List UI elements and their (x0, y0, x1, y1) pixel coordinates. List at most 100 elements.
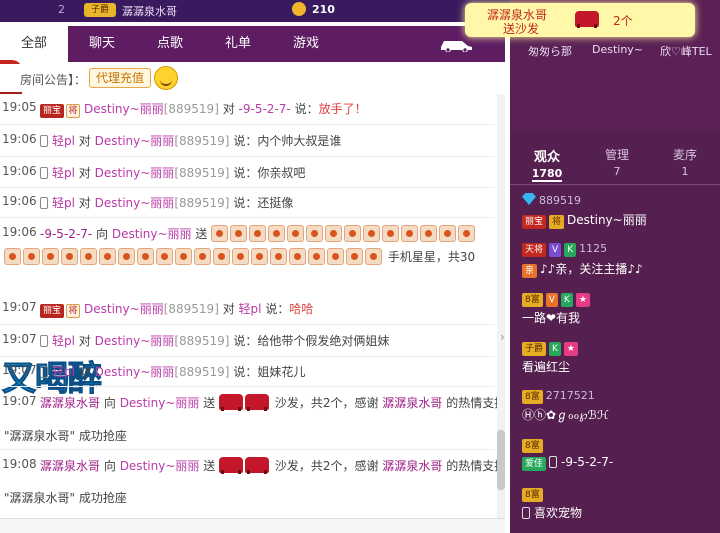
message-user[interactable]: 轻pl (52, 134, 75, 148)
member-name: 喜欢宠物 (534, 506, 583, 520)
top-fans-names: 匆匆ら那 Destiny~ 欣♡峰TEL (510, 40, 720, 62)
message-verb: 向 (103, 396, 116, 410)
message-target[interactable]: Destiny~丽丽 (95, 134, 175, 148)
gift-summary: 手机星星，共30 (387, 250, 476, 264)
tab-mic-label: 麦序 (672, 148, 697, 162)
thank-user[interactable]: 潺潺泉水哥 (382, 396, 442, 410)
message-verb: 向 (96, 227, 109, 241)
star-gift-icon (268, 225, 286, 242)
tab-admins[interactable]: 管理 7 (582, 146, 652, 178)
vip-badge: V (545, 293, 558, 307)
divider (0, 449, 495, 450)
car-icon[interactable] (438, 36, 474, 52)
message-give: 送 (203, 396, 216, 410)
message-target[interactable]: Destiny~丽丽 (95, 166, 175, 180)
sofa-icon (245, 457, 270, 474)
top-fan-name[interactable]: Destiny~ (592, 43, 643, 56)
member-row[interactable]: 看遍红尘 (522, 358, 570, 375)
top-fan-name[interactable]: 欣♡峰TEL (660, 43, 712, 59)
message-user[interactable]: 潺潺泉水哥 (40, 396, 100, 410)
star-gift-icon (439, 225, 457, 242)
member-row[interactable]: 一路❤有我 (522, 309, 580, 326)
active-tab-underline (532, 180, 562, 182)
rank-badge: 将 (66, 104, 81, 118)
member-row[interactable]: 8富 (522, 437, 546, 453)
sofa-icon (219, 457, 244, 474)
message-target[interactable]: Destiny~丽丽 (95, 196, 175, 210)
member-row[interactable]: 喜欢宠物 (522, 504, 582, 521)
divider (0, 356, 495, 357)
member-row[interactable]: 天将 V K 1125 (522, 241, 607, 257)
star-gift-icon (80, 248, 97, 265)
message-verb: 对 (222, 102, 235, 116)
message-user[interactable]: 轻pl (52, 365, 75, 379)
tab-mic-count: 1 (681, 165, 689, 178)
message-user[interactable]: -9-5-2-7- (40, 227, 92, 241)
tab-all[interactable]: 全部 (0, 26, 68, 62)
message-target[interactable]: -9-5-2-7- (239, 102, 291, 116)
member-row[interactable]: 爱佳 -9-5-2-7- (522, 455, 613, 471)
star-badge-icon: ★ (575, 293, 590, 307)
message-target[interactable]: Destiny~丽丽 (120, 459, 200, 473)
gift-summary: 沙发，共2个，感谢 (274, 396, 379, 410)
message-user[interactable]: 轻pl (52, 166, 75, 180)
message-user[interactable]: 轻pl (52, 334, 75, 348)
tab-song[interactable]: 点歌 (136, 26, 204, 62)
member-row[interactable]: 亲 ♪♪亲，关注主播♪♪ (522, 260, 643, 278)
thank-user[interactable]: 潺潺泉水哥 (382, 459, 442, 473)
top-fan-name[interactable]: 匆匆ら那 (528, 43, 572, 59)
star-gift-icon (289, 248, 306, 265)
message-user[interactable]: 轻pl (52, 196, 75, 210)
top-rank-bar: 2 子爵 潺潺泉水哥 210 (0, 0, 510, 22)
chat-scrollbar-thumb[interactable] (497, 430, 505, 490)
message-user[interactable]: 潺潺泉水哥 (40, 459, 100, 473)
tab-gifts[interactable]: 礼单 (204, 26, 272, 62)
message-target[interactable]: Destiny~丽丽 (120, 396, 200, 410)
tab-audience[interactable]: 观众 1780 (512, 146, 582, 180)
member-row[interactable]: 889519 (522, 193, 581, 207)
diamond-icon (522, 193, 536, 205)
message-target[interactable]: Destiny~丽丽 (95, 365, 175, 379)
sofa-icon (219, 394, 244, 411)
tab-games[interactable]: 游戏 (272, 26, 340, 62)
user-id: [889519] (163, 102, 219, 116)
message-target[interactable]: Destiny~丽丽 (95, 334, 175, 348)
member-row[interactable]: Ⓗⓗ✿ℊℴℴ℘ℬℋ (522, 406, 609, 423)
message-target[interactable]: Destiny~丽丽 (112, 227, 192, 241)
divider (0, 187, 495, 188)
message-content: 你亲叔吧 (257, 166, 306, 180)
member-row[interactable]: 8富 2717521 (522, 388, 595, 404)
level-badge: 8富 (522, 439, 543, 453)
coin-count: 210 (312, 3, 335, 16)
member-row[interactable]: 8富 V K ★ (522, 291, 593, 307)
member-name: 一路❤有我 (522, 311, 581, 325)
star-gift-icon (194, 248, 211, 265)
star-badge-icon: ★ (563, 342, 578, 356)
member-row[interactable]: 子爵 K ★ (522, 340, 581, 356)
message-target[interactable]: 轻pl (239, 302, 262, 316)
message-user[interactable]: Destiny~丽丽 (84, 102, 164, 116)
message-verb: 对 (78, 134, 91, 148)
message-say: 说： (233, 166, 258, 180)
rank-badge: 将 (549, 215, 565, 229)
user-id: [889519] (174, 334, 230, 348)
message-say: 说： (294, 102, 319, 116)
system-text: "潺潺泉水哥" 成功抢座 (4, 491, 127, 505)
message-content: 还挺像 (257, 196, 294, 210)
message-time: 19:05 (2, 100, 37, 114)
member-row[interactable]: 丽宝将 Destiny~丽丽 (522, 211, 647, 229)
divider (0, 124, 495, 125)
message-verb: 对 (78, 166, 91, 180)
tab-chat[interactable]: 聊天 (68, 26, 136, 62)
tab-mic-queue[interactable]: 麦序 1 (650, 146, 720, 178)
top-user-name[interactable]: 潺潺泉水哥 (122, 3, 177, 19)
agent-recharge-button[interactable]: 代理充值 (89, 68, 152, 88)
message-say: 说： (233, 134, 258, 148)
collapse-arrow-icon[interactable]: › (500, 330, 510, 350)
message-time: 19:07 (2, 300, 37, 314)
message-user[interactable]: Destiny~丽丽 (84, 302, 164, 316)
member-name: Destiny~丽丽 (567, 213, 647, 227)
star-gift-icon (249, 225, 267, 242)
member-row[interactable]: 8富 (522, 486, 546, 502)
divider (0, 386, 495, 387)
